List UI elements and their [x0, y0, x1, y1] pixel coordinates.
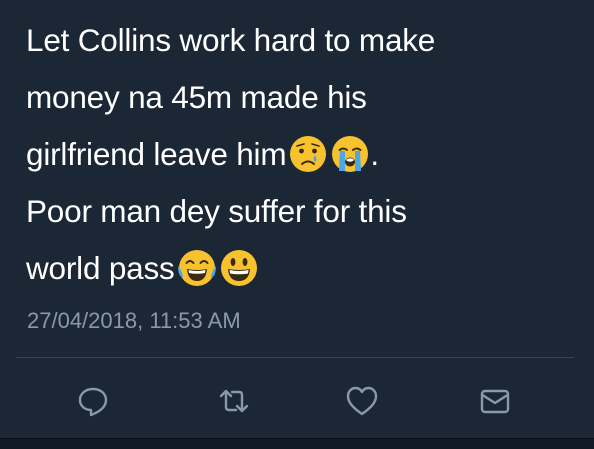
- face-with-tears-of-joy-icon: [177, 248, 217, 288]
- retweet-button[interactable]: [211, 378, 257, 424]
- loudly-crying-face-icon: [330, 134, 370, 174]
- tweet-line-5-text: world pass: [26, 250, 175, 286]
- tweet-line-4: Poor man dey suffer for this: [26, 193, 407, 229]
- reply-icon: [78, 387, 108, 417]
- tweet-line-2: money na 45m made his: [26, 79, 367, 115]
- tweet-line-5: world pass: [26, 240, 566, 297]
- reply-button[interactable]: [70, 378, 116, 424]
- divider: [16, 357, 574, 358]
- tweet-line-3-text: girlfriend leave him: [26, 136, 287, 172]
- direct-message-button[interactable]: [472, 378, 518, 424]
- retweet-icon: [219, 389, 249, 413]
- tweet-actions-bar: [0, 378, 594, 424]
- tweet-timestamp: 27/04/2018, 11:53 AM: [27, 308, 241, 333]
- crying-face-icon: [288, 134, 328, 174]
- tweet-text: Let Collins work hard to make money na 4…: [26, 12, 566, 297]
- grinning-face-icon: [219, 248, 259, 288]
- like-button[interactable]: [339, 378, 385, 424]
- like-icon: [346, 386, 378, 416]
- tweet-line-3-suffix: .: [370, 136, 379, 172]
- tweet-line-1: Let Collins work hard to make: [26, 22, 436, 58]
- tweet-line-3: girlfriend leave him .: [26, 126, 566, 183]
- direct-message-icon: [480, 389, 510, 414]
- bottom-border: [0, 438, 594, 449]
